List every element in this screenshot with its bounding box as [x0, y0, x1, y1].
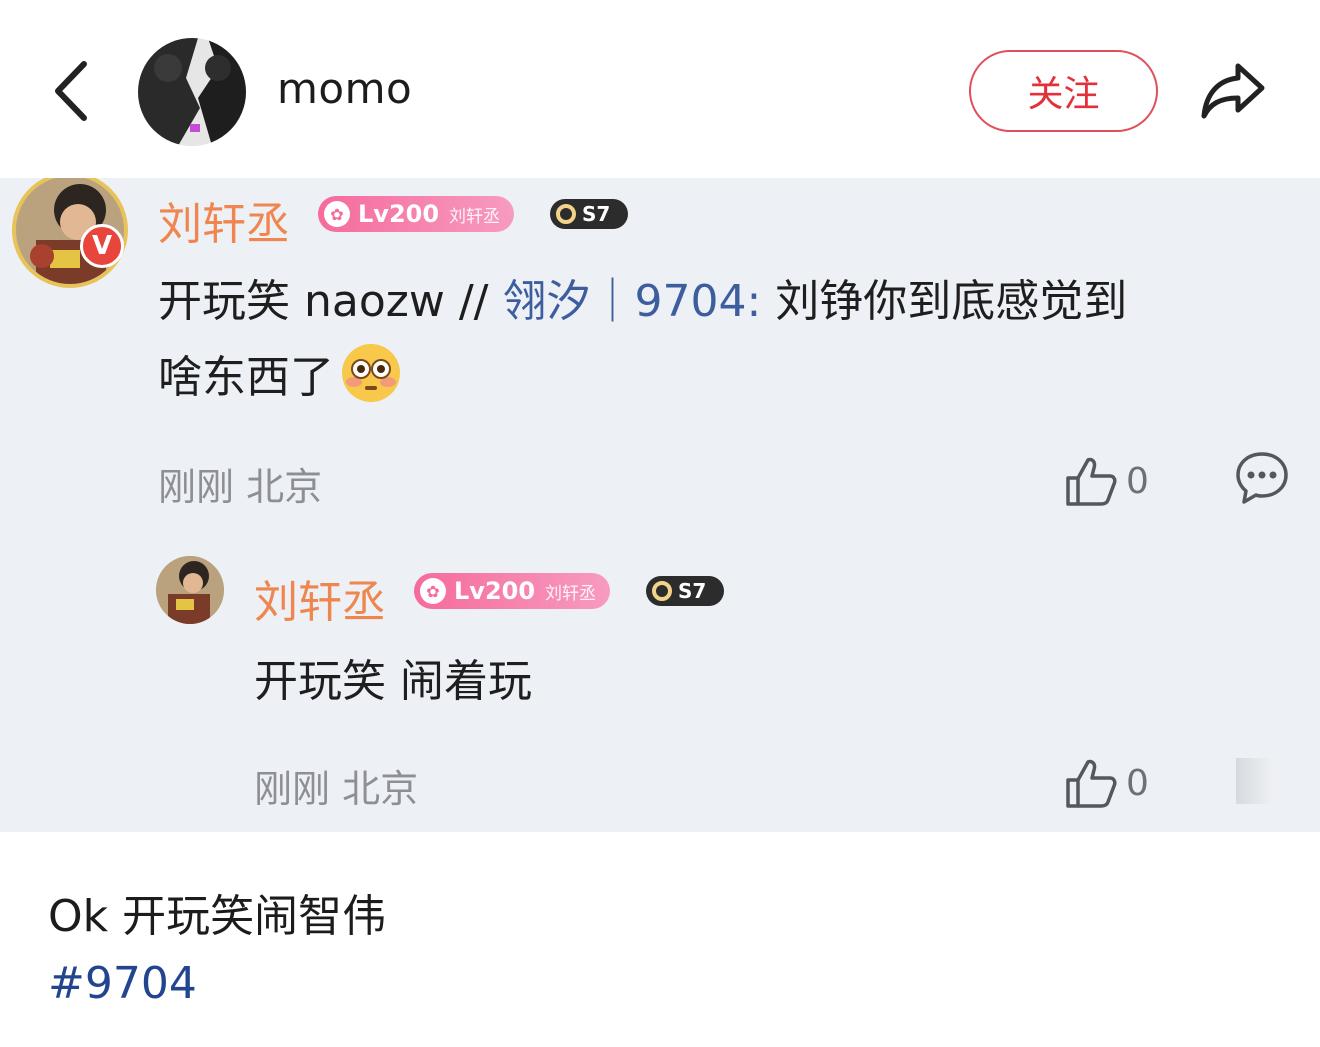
comment-meta: 刚刚 北京: [158, 456, 322, 511]
comment-text: 开玩笑 naozw // 翎汐｜9704: 刘铮你到底感觉到 啥东西了: [158, 264, 1278, 416]
hashtag-link[interactable]: #9704: [48, 958, 197, 1009]
comment-text-prefix: 开玩笑 naozw //: [158, 276, 489, 327]
avatar-image: [138, 38, 246, 146]
ring-icon: [652, 581, 672, 601]
reply-author-name[interactable]: 刘轩丞: [254, 566, 386, 630]
reply-meta: 刚刚 北京: [254, 758, 418, 813]
reply-author-avatar[interactable]: [156, 556, 224, 624]
cropped-edge: [1236, 758, 1272, 804]
level-badge-name: 刘轩丞: [449, 206, 501, 227]
author-avatar[interactable]: [138, 38, 246, 146]
reply-time: 刚刚: [254, 767, 331, 811]
avatar-image: [156, 556, 224, 624]
comment-text-suffix: 刘铮你到底感觉到: [761, 276, 1128, 327]
share-button[interactable]: [1196, 56, 1270, 126]
thumbs-up-icon: [1066, 759, 1117, 808]
reply-text: 开玩笑 闹着玩: [254, 656, 532, 707]
follow-button[interactable]: 关注: [969, 50, 1158, 132]
author-username[interactable]: momo: [277, 64, 412, 113]
season-badge-label: S7: [582, 202, 611, 226]
level-value: Lv200: [358, 200, 440, 228]
season-badge-label: S7: [678, 579, 707, 603]
post-caption: Ok 开玩笑闹智伟: [48, 891, 387, 942]
level-badge: ✿ Lv200 刘轩丞: [414, 573, 611, 609]
season-badge: S7: [550, 199, 628, 229]
level-badge-name: 刘轩丞: [545, 583, 597, 604]
comment-time: 刚刚: [158, 465, 235, 509]
reply-like-button[interactable]: 0: [1064, 756, 1149, 810]
comment-bubble-icon[interactable]: [1234, 450, 1290, 506]
mention-link[interactable]: 翎汐｜9704:: [502, 276, 761, 327]
reply-like-count: 0: [1126, 762, 1149, 804]
flushed-face-emoji: [342, 344, 400, 402]
post-header: momo 关注: [0, 0, 1320, 178]
level-badge: ✿ Lv200 刘轩丞: [318, 196, 515, 232]
share-icon: [1201, 63, 1265, 119]
level-value: Lv200: [454, 577, 536, 605]
flower-icon: ✿: [420, 578, 446, 604]
verified-badge: V: [80, 224, 124, 268]
comment-location: 北京: [246, 465, 323, 509]
season-badge: S7: [646, 576, 724, 606]
reply-location: 北京: [342, 767, 419, 811]
comment-like-count: 0: [1126, 460, 1149, 502]
ring-icon: [556, 204, 576, 224]
comment-like-button[interactable]: 0: [1064, 454, 1149, 508]
comment-text-line2: 啥东西了: [158, 352, 334, 403]
flower-icon: ✿: [324, 201, 350, 227]
comment-author-name[interactable]: 刘轩丞: [158, 188, 290, 252]
back-button[interactable]: [48, 56, 98, 126]
chevron-left-icon: [55, 61, 87, 121]
embedded-comment-screenshot: V 刘轩丞 ✿ Lv200 刘轩丞 S7 开玩笑 naozw // 翎汐｜970…: [0, 178, 1320, 832]
thumbs-up-icon: [1066, 457, 1117, 506]
